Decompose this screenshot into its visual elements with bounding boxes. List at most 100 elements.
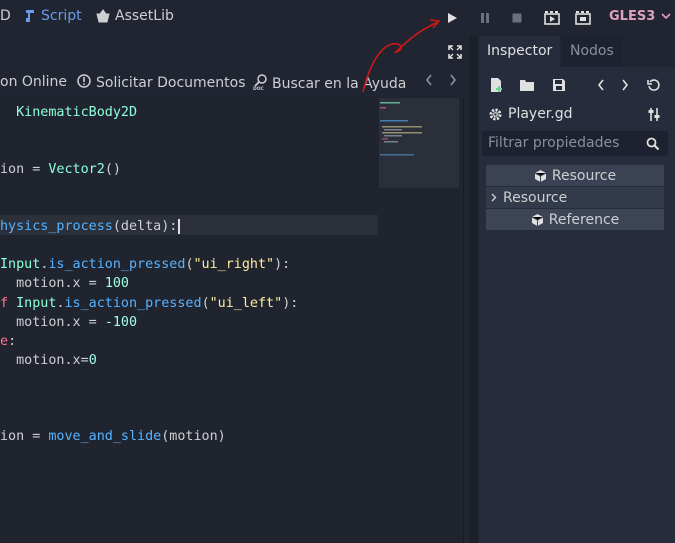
- code-token: ion =: [0, 428, 49, 444]
- code-token: :: [8, 333, 17, 349]
- top-bar: D Script AssetLib GLES3: [0, 0, 675, 36]
- chevron-right-icon: [491, 193, 497, 202]
- script-label: Script: [41, 8, 82, 24]
- stop-icon[interactable]: [508, 9, 526, 27]
- assetlib-icon: [96, 9, 110, 23]
- reference-header-label: Reference: [548, 211, 620, 228]
- tab-inspector-label: Inspector: [487, 43, 553, 59]
- workspace-2d-label: D: [0, 8, 11, 24]
- chevron-left-icon: [425, 73, 433, 91]
- code-token: (: [201, 295, 210, 311]
- tab-nodes[interactable]: Nodos: [562, 36, 622, 67]
- workspace-2d-tab[interactable]: D: [0, 8, 11, 24]
- resource-section-label: Resource: [503, 189, 568, 206]
- history-forward-button[interactable]: [449, 73, 457, 91]
- request-docs-label: Solicitar Documentos: [96, 75, 246, 91]
- distraction-free-icon[interactable]: [446, 43, 464, 61]
- code-token: -100: [104, 314, 138, 330]
- code-token: ):: [282, 295, 299, 311]
- cube-icon: [531, 213, 544, 227]
- filter-properties-input[interactable]: Filtrar propiedades: [482, 131, 668, 156]
- code-token: 0: [88, 352, 97, 368]
- cube-icon: [534, 169, 547, 183]
- gear-icon: [488, 107, 503, 126]
- play-custom-scene-icon[interactable]: [574, 9, 592, 27]
- help-circle-icon: [77, 74, 91, 92]
- tab-nodes-label: Nodos: [570, 43, 614, 59]
- search-help-button[interactable]: DOC Buscar en la Ayuda: [253, 74, 406, 94]
- code-line: hysics_process(delta):: [0, 217, 181, 236]
- play-icon[interactable]: [443, 9, 461, 27]
- reference-category-header: Reference: [486, 209, 664, 230]
- code-token: Input: [0, 257, 41, 273]
- code-editor[interactable]: KinematicBody2D ion = Vector2() hysics_pro…: [0, 98, 464, 543]
- play-scene-icon[interactable]: [543, 9, 561, 27]
- code-line: motion.x = -100: [0, 313, 137, 332]
- history-back-button[interactable]: [425, 73, 433, 91]
- code-line: ion = Vector2(): [0, 160, 121, 179]
- tab-inspector[interactable]: Inspector: [479, 36, 561, 67]
- workspace-assetlib-tab[interactable]: AssetLib: [96, 8, 174, 24]
- panel-splitter[interactable]: [470, 36, 478, 543]
- code-line: e:: [0, 332, 16, 351]
- workspace-script-tab[interactable]: Script: [24, 8, 82, 24]
- code-token: "ui_right": [193, 257, 275, 273]
- code-token: (delta):: [112, 219, 178, 235]
- request-docs-button[interactable]: Solicitar Documentos: [77, 74, 245, 92]
- code-token: 100: [104, 276, 129, 292]
- chevron-left-icon[interactable]: [592, 76, 610, 94]
- assetlib-label: AssetLib: [115, 8, 174, 24]
- resource-header-label: Resource: [551, 167, 617, 184]
- editor-scrollbar[interactable]: [463, 98, 464, 543]
- code-token: motion.x=: [0, 352, 89, 368]
- code-line: ion = move_and_slide(motion): [0, 427, 226, 446]
- open-folder-icon[interactable]: [518, 76, 536, 94]
- code-token: motion.x =: [0, 314, 105, 330]
- chevron-right-icon[interactable]: [616, 76, 634, 94]
- search-help-label: Buscar en la Ayuda: [272, 76, 407, 92]
- script-toolbar: on Online Solicitar Documentos DOC Busca…: [0, 68, 468, 98]
- code-token: e: [0, 333, 9, 349]
- code-token: is_action_pressed: [64, 295, 202, 311]
- inspector-object-row: Player.gd: [479, 104, 675, 126]
- chevron-right-icon: [449, 73, 457, 91]
- search-icon: [646, 136, 660, 155]
- object-properties-icon[interactable]: [647, 107, 661, 126]
- chevron-down-icon: [661, 13, 671, 20]
- code-token: "ui_left": [209, 295, 283, 311]
- code-token: (: [185, 257, 194, 273]
- text-caret: [178, 218, 181, 234]
- code-line: Input.is_action_pressed("ui_right"):: [0, 255, 290, 274]
- code-token: ion =: [0, 162, 49, 178]
- code-token: Input: [16, 295, 57, 311]
- renderer-dropdown[interactable]: GLES3: [609, 9, 671, 24]
- code-token: is_action_pressed: [48, 257, 186, 273]
- code-line: motion.x=0: [0, 351, 97, 370]
- save-icon[interactable]: [550, 76, 568, 94]
- code-token: motion.x =: [0, 276, 105, 292]
- code-token: hysics_process: [0, 219, 113, 235]
- inspector-panel: Inspector Nodos Player.gd Filtrar propie…: [479, 36, 675, 543]
- inspector-toolbar: [479, 74, 675, 96]
- svg-text:DOC: DOC: [253, 86, 265, 90]
- renderer-label: GLES3: [609, 9, 656, 24]
- code-token: ):: [274, 257, 291, 273]
- code-token: .: [56, 295, 65, 311]
- code-minimap[interactable]: [379, 98, 459, 188]
- code-token: move_and_slide: [48, 428, 162, 444]
- new-resource-icon[interactable]: [487, 76, 505, 94]
- online-docs-label: on Online: [0, 74, 68, 90]
- help-search-icon: DOC: [253, 74, 268, 94]
- online-docs-button[interactable]: on Online: [0, 74, 67, 90]
- code-token: (): [104, 162, 121, 178]
- script-file-name[interactable]: Player.gd: [508, 106, 573, 122]
- pause-icon[interactable]: [476, 9, 494, 27]
- script-icon: [24, 9, 36, 23]
- history-icon[interactable]: [645, 76, 663, 94]
- filter-placeholder: Filtrar propiedades: [488, 135, 620, 151]
- code-token: KinematicBody2D: [0, 105, 138, 120]
- code-token: Vector2: [48, 162, 105, 178]
- resource-category-header: Resource: [486, 165, 664, 186]
- resource-section[interactable]: Resource: [486, 187, 664, 208]
- code-line: motion.x = 100: [0, 274, 129, 293]
